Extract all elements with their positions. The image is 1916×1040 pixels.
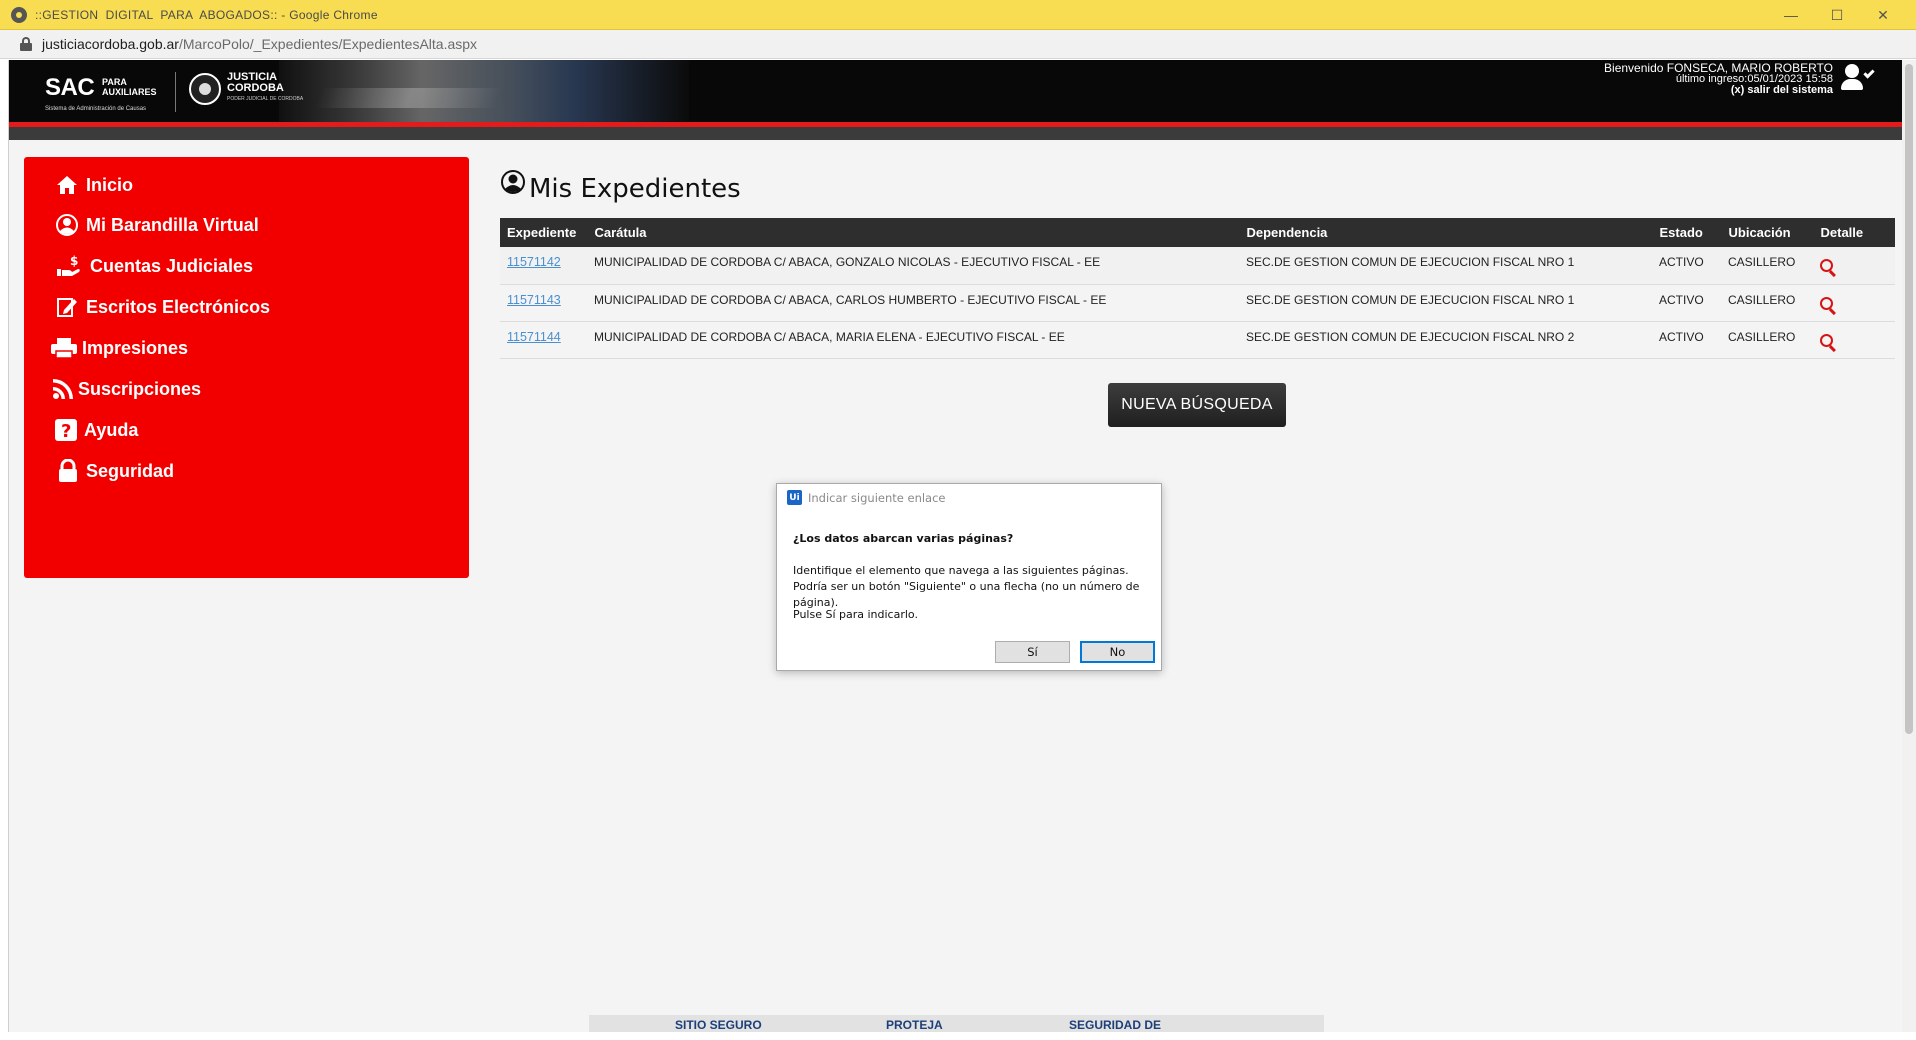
cell-estado: ACTIVO	[1652, 247, 1721, 285]
cell-caratula: MUNICIPALIDAD DE CORDOBA C/ ABACA, CARLO…	[587, 284, 1239, 322]
detail-search-icon[interactable]	[1820, 259, 1838, 278]
chrome-icon	[11, 6, 27, 23]
cell-detalle	[1813, 321, 1895, 359]
detail-search-icon[interactable]	[1820, 296, 1838, 315]
sidebar-item-ayuda[interactable]: ? Ayuda	[54, 412, 138, 448]
url-text[interactable]: justiciacordoba.gob.ar/MarcoPolo/_Expedi…	[42, 36, 477, 52]
close-window-button[interactable]: ✕	[1860, 0, 1906, 30]
money-hand-icon: $	[57, 255, 80, 276]
user-circle-icon	[56, 214, 78, 236]
sidebar-item-barandilla[interactable]: Mi Barandilla Virtual	[56, 207, 259, 243]
svg-text:?: ?	[61, 421, 71, 442]
address-bar[interactable]: justiciacordoba.gob.ar/MarcoPolo/_Expedi…	[0, 30, 1916, 59]
nueva-busqueda-button[interactable]: NUEVA BÚSQUEDA	[1108, 383, 1286, 427]
sidebar-menu: Inicio Mi Barandilla Virtual $ Cuentas J…	[24, 157, 469, 578]
user-info: Bienvenido FONSECA, MARIO ROBERTO último…	[1604, 62, 1833, 96]
col-header-estado: Estado	[1652, 218, 1722, 247]
maximize-button[interactable]: ☐	[1814, 0, 1860, 30]
col-header-ubicacion: Ubicación	[1721, 218, 1814, 247]
sac-logo[interactable]: SAC PARA AUXILIARES Sistema de Administra…	[45, 74, 157, 112]
printer-icon	[51, 338, 77, 359]
col-header-caratula: Carátula	[587, 218, 1240, 247]
minimize-button[interactable]: —	[1768, 0, 1814, 30]
dialog-question: ¿Los datos abarcan varias páginas?	[793, 532, 1014, 545]
footer-link-seguridad[interactable]: SEGURIDAD DE	[1069, 1018, 1161, 1032]
page-scrollbar[interactable]	[1902, 60, 1916, 1032]
cell-detalle	[1813, 284, 1895, 322]
footer-strip: SITIO SEGURO PROTEJA SEGURIDAD DE	[589, 1015, 1324, 1032]
cell-dependencia: SEC.DE GESTION COMUN DE EJECUCION FISCAL…	[1239, 284, 1652, 322]
footer-link-proteja[interactable]: PROTEJA	[886, 1018, 943, 1032]
table-row: 11571143 MUNICIPALIDAD DE CORDOBA C/ ABA…	[500, 284, 1895, 322]
padlock-icon	[59, 459, 77, 482]
detail-search-icon[interactable]	[1820, 333, 1838, 352]
col-header-detalle: Detalle	[1813, 218, 1895, 247]
col-header-expediente: Expediente	[500, 218, 588, 247]
user-circle-icon	[501, 170, 525, 194]
cell-ubicacion: CASILLERO	[1721, 321, 1813, 359]
footer-link-sitio-seguro[interactable]: SITIO SEGURO	[675, 1018, 762, 1032]
yes-button[interactable]: Sí	[995, 641, 1070, 663]
expediente-link[interactable]: 11571143	[507, 293, 561, 307]
dialog-title: Ui Indicar siguiente enlace	[787, 490, 946, 505]
expedientes-table: Expediente Carátula Dependencia Estado U…	[500, 218, 1895, 359]
rss-icon	[53, 379, 73, 399]
justicia-cordoba-logo: JUSTICIA CORDOBA PODER JUDICIAL DE CORDO…	[189, 72, 303, 105]
indicate-next-link-dialog: Ui Indicar siguiente enlace ¿Los datos a…	[776, 483, 1162, 671]
logout-link[interactable]: (x) salir del sistema	[1604, 85, 1833, 96]
site-header: SAC PARA AUXILIARES Sistema de Administra…	[9, 60, 1902, 122]
expediente-link[interactable]: 11571144	[507, 330, 561, 344]
cell-expediente: 11571144	[500, 321, 587, 359]
header-banner-image	[279, 60, 689, 122]
screen: ::GESTION DIGITAL PARA ABOGADOS:: - Goog…	[0, 0, 1916, 1040]
window-title: ::GESTION DIGITAL PARA ABOGADOS:: - Goog…	[35, 7, 378, 22]
scrollbar-thumb[interactable]	[1905, 64, 1913, 734]
sidebar-item-seguridad[interactable]: Seguridad	[58, 453, 174, 489]
uipath-icon: Ui	[787, 490, 802, 505]
table-row: 11571144 MUNICIPALIDAD DE CORDOBA C/ ABA…	[500, 321, 1895, 359]
cell-ubicacion: CASILLERO	[1721, 284, 1813, 322]
cell-dependencia: SEC.DE GESTION COMUN DE EJECUCION FISCAL…	[1239, 247, 1652, 285]
cell-expediente: 11571143	[500, 284, 587, 322]
cell-caratula: MUNICIPALIDAD DE CORDOBA C/ ABACA, GONZA…	[587, 247, 1239, 285]
dialog-instruction: Pulse Sí para indicarlo.	[793, 608, 918, 621]
browser-titlebar: ::GESTION DIGITAL PARA ABOGADOS:: - Goog…	[0, 0, 1916, 30]
page-title: Mis Expedientes	[501, 160, 741, 204]
cell-estado: ACTIVO	[1652, 284, 1721, 322]
sidebar-item-suscripciones[interactable]: Suscripciones	[52, 371, 201, 407]
cell-detalle	[1813, 247, 1895, 285]
sidebar-item-impresiones[interactable]: Impresiones	[50, 330, 188, 366]
sidebar-item-escritos[interactable]: Escritos Electrónicos	[56, 289, 270, 325]
header-dark-stripe	[9, 127, 1902, 140]
home-icon	[57, 176, 77, 194]
cell-expediente: 11571142	[500, 247, 587, 285]
edit-document-icon	[57, 298, 77, 317]
cell-dependencia: SEC.DE GESTION COMUN DE EJECUCION FISCAL…	[1239, 321, 1652, 359]
user-check-icon	[1841, 64, 1875, 92]
table-header-row: Expediente Carátula Dependencia Estado U…	[500, 218, 1895, 247]
sidebar-item-inicio[interactable]: Inicio	[56, 167, 133, 203]
no-button[interactable]: No	[1080, 641, 1155, 663]
seal-icon	[189, 72, 221, 105]
lock-icon[interactable]	[20, 37, 32, 51]
page-viewport: SAC PARA AUXILIARES Sistema de Administra…	[8, 60, 1902, 1032]
cell-estado: ACTIVO	[1652, 321, 1721, 359]
cell-caratula: MUNICIPALIDAD DE CORDOBA C/ ABACA, MARIA…	[587, 321, 1239, 359]
expediente-link[interactable]: 11571142	[507, 255, 561, 269]
dialog-body: Identifique el elemento que navega a las…	[793, 564, 1140, 609]
sidebar-item-cuentas[interactable]: $ Cuentas Judiciales	[56, 248, 253, 284]
table-row: 11571142 MUNICIPALIDAD DE CORDOBA C/ ABA…	[500, 247, 1895, 285]
col-header-dependencia: Dependencia	[1239, 218, 1653, 247]
cell-ubicacion: CASILLERO	[1721, 247, 1813, 285]
question-icon: ?	[55, 419, 77, 442]
logo-divider	[175, 72, 176, 112]
svg-text:$: $	[70, 255, 78, 268]
